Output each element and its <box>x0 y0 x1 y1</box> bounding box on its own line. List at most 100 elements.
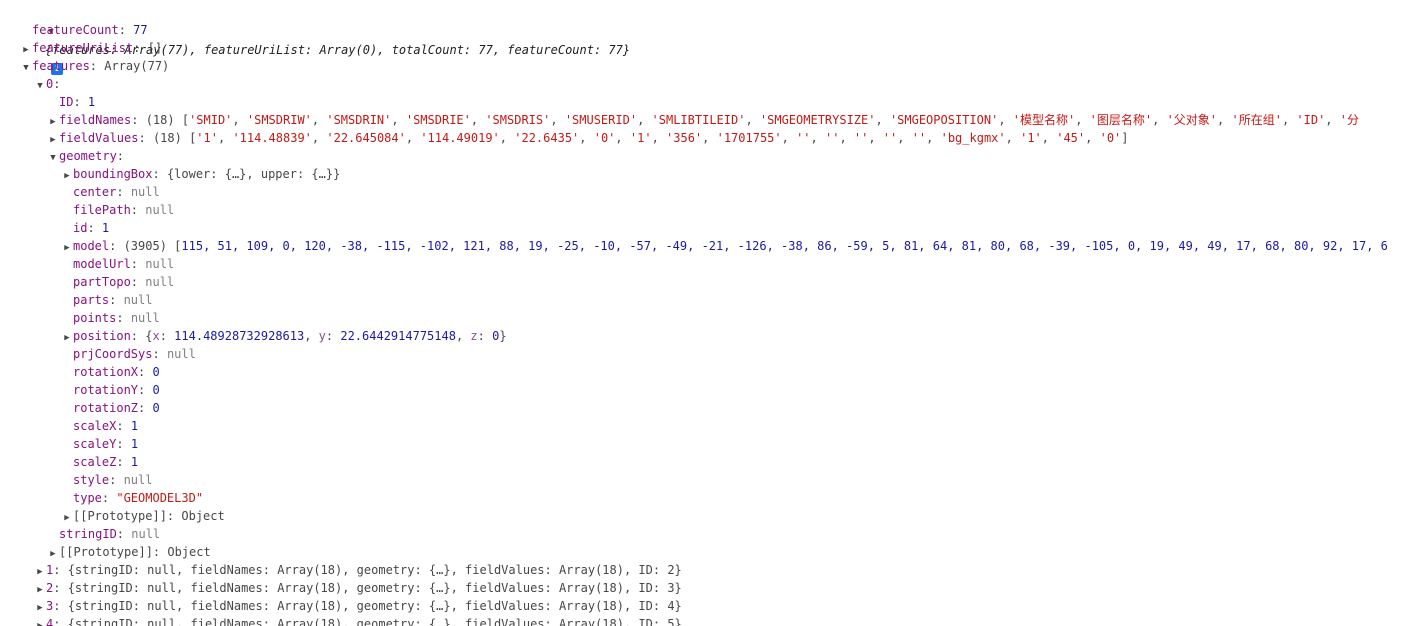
property-key[interactable]: geometry <box>59 149 117 163</box>
item-separator: , <box>311 113 327 127</box>
item-separator: , <box>926 131 941 145</box>
property-row-features[interactable]: ▼ features: Array(77) <box>20 57 169 75</box>
root-object-row[interactable]: ▼ {features: Array(77), featureUriList: … <box>16 3 630 75</box>
property-row-stringid: stringID: null <box>47 525 160 543</box>
property-row-boundingbox[interactable]: ▶ boundingBox: {lower: {…}, upper: {…}} <box>61 165 340 183</box>
item-separator: , <box>391 113 406 127</box>
key-separator: : <box>116 437 131 451</box>
property-row-model[interactable]: ▶ model: (3905) [115, 51, 109, 0, 120, -3… <box>61 237 1388 255</box>
coord-key: x <box>152 329 160 343</box>
number-value: 1 <box>130 437 139 451</box>
key-separator: : <box>89 59 105 73</box>
property-key[interactable]: fieldNames <box>59 113 131 127</box>
item-separator: , <box>1281 113 1297 127</box>
property-key[interactable]: fieldValues <box>59 131 138 145</box>
key-separator: : <box>133 41 148 55</box>
object-preview[interactable]: Array(77) <box>104 59 169 73</box>
object-preview[interactable]: [] <box>148 41 162 55</box>
property-key[interactable]: features <box>32 59 90 73</box>
property-key: scaleY <box>73 437 117 451</box>
null-value: null <box>131 527 161 541</box>
property-row-3[interactable]: ▶ 3: {stringID: null, fieldNames: Array(1… <box>34 597 682 615</box>
array-item: 'ID' <box>1296 113 1326 127</box>
array-item: '22.6435' <box>514 131 580 145</box>
number-value: 1 <box>87 95 96 109</box>
property-row-2[interactable]: ▶ 2: {stringID: null, fieldNames: Array(1… <box>34 579 682 597</box>
array-item: '' <box>853 131 869 145</box>
array-item: 'SMSDRIS' <box>485 113 551 127</box>
object-preview[interactable]: {lower: {…}, upper: {…}} <box>167 167 340 181</box>
array-item: '分 <box>1339 113 1359 127</box>
key-separator: : <box>109 293 124 307</box>
property-row-featurecount: featureCount: 77 <box>20 21 148 39</box>
property-row-1[interactable]: ▶ 1: {stringID: null, fieldNames: Array(1… <box>34 561 682 579</box>
key-separator: : <box>109 239 124 253</box>
array-item: 'bg_kgmx' <box>940 131 1006 145</box>
expanded-triangle-icon[interactable]: ▼ <box>34 77 46 95</box>
console-output: ▼ {features: Array(77), featureUriList: … <box>0 0 1424 626</box>
property-row-0[interactable]: ▼ 0: <box>34 75 60 93</box>
property-row-prototype[interactable]: ▶ [[Prototype]]: Object <box>61 507 224 525</box>
number-value: 0 <box>152 401 160 415</box>
object-preview[interactable]: Object <box>167 545 210 559</box>
number-value: 0 <box>152 383 160 397</box>
property-row-id: id: 1 <box>61 219 109 237</box>
array-item: '' <box>882 131 898 145</box>
property-row-4[interactable]: ▶ 4: {stringID: null, fieldNames: Array(1… <box>34 615 682 626</box>
property-key: filePath <box>73 203 131 217</box>
object-summary[interactable]: {stringID: null, fieldNames: Array(18), … <box>68 563 682 577</box>
expanded-triangle-icon[interactable]: ▼ <box>47 149 59 167</box>
property-row-fieldvalues[interactable]: ▶ fieldValues: (18) ['1', '114.48839', '2… <box>47 129 1128 147</box>
expanded-triangle-icon[interactable]: ▼ <box>20 59 32 77</box>
array-item: '' <box>911 131 927 145</box>
array-item: 'SMSDRIW' <box>246 113 312 127</box>
key-separator: : <box>159 329 175 343</box>
key-separator: : <box>116 185 131 199</box>
property-row-prototype[interactable]: ▶ [[Prototype]]: Object <box>47 543 210 561</box>
coord-key: z <box>470 329 478 343</box>
property-row-featureurilist[interactable]: ▶ featureUriList: [] <box>20 39 162 57</box>
property-key[interactable]: boundingBox <box>73 167 152 181</box>
property-key[interactable]: [[Prototype]] <box>73 509 167 523</box>
array-item: 'SMLIBTILEID' <box>651 113 746 127</box>
property-row-rotationx: rotationX: 0 <box>61 363 160 381</box>
key-separator: : <box>130 329 146 343</box>
item-separator: , <box>405 131 421 145</box>
null-value: null <box>123 293 153 307</box>
object-summary[interactable]: {stringID: null, fieldNames: Array(18), … <box>68 599 682 613</box>
object-summary[interactable]: {stringID: null, fieldNames: Array(18), … <box>68 581 682 595</box>
object-summary[interactable]: {stringID: null, fieldNames: Array(18), … <box>68 617 682 626</box>
property-row-style: style: null <box>61 471 152 489</box>
array-length: (18) <box>145 113 182 127</box>
item-separator: , <box>875 113 890 127</box>
property-key[interactable]: featureUriList <box>32 41 133 55</box>
property-row-position[interactable]: ▶ position: {x: 114.48928732928613, y: 22… <box>61 327 506 345</box>
item-separator: , <box>637 113 652 127</box>
array-numbers: 115, 51, 109, 0, 120, -38, -115, -102, 1… <box>181 239 1388 253</box>
key-separator: : <box>130 257 146 271</box>
array-item: '0' <box>1099 131 1122 145</box>
null-value: null <box>145 275 175 289</box>
item-separator: , <box>839 131 854 145</box>
object-preview[interactable]: Object <box>181 509 224 523</box>
property-key: parts <box>73 293 110 307</box>
string-value: "GEOMODEL3D" <box>116 491 204 505</box>
item-separator: , <box>499 131 515 145</box>
property-row-modelurl: modelUrl: null <box>61 255 174 273</box>
property-row-geometry[interactable]: ▼ geometry: <box>47 147 124 165</box>
property-row-fieldnames[interactable]: ▶ fieldNames: (18) ['SMID', 'SMSDRIW', 'S… <box>47 111 1359 129</box>
key-separator: : <box>116 527 132 541</box>
collapsed-triangle-icon[interactable]: ▶ <box>34 617 46 626</box>
key-separator: : <box>53 617 68 626</box>
property-key[interactable]: position <box>73 329 131 343</box>
key-separator: : <box>152 545 168 559</box>
property-key[interactable]: model <box>73 239 109 253</box>
item-separator: , <box>745 113 760 127</box>
array-item: 'SMSDRIN' <box>326 113 392 127</box>
null-value: null <box>166 347 196 361</box>
array-item: '图层名称' <box>1089 113 1153 127</box>
key-separator: : <box>73 95 88 109</box>
key-separator: : <box>130 275 146 289</box>
property-key[interactable]: [[Prototype]] <box>59 545 153 559</box>
item-separator: , <box>304 329 319 343</box>
